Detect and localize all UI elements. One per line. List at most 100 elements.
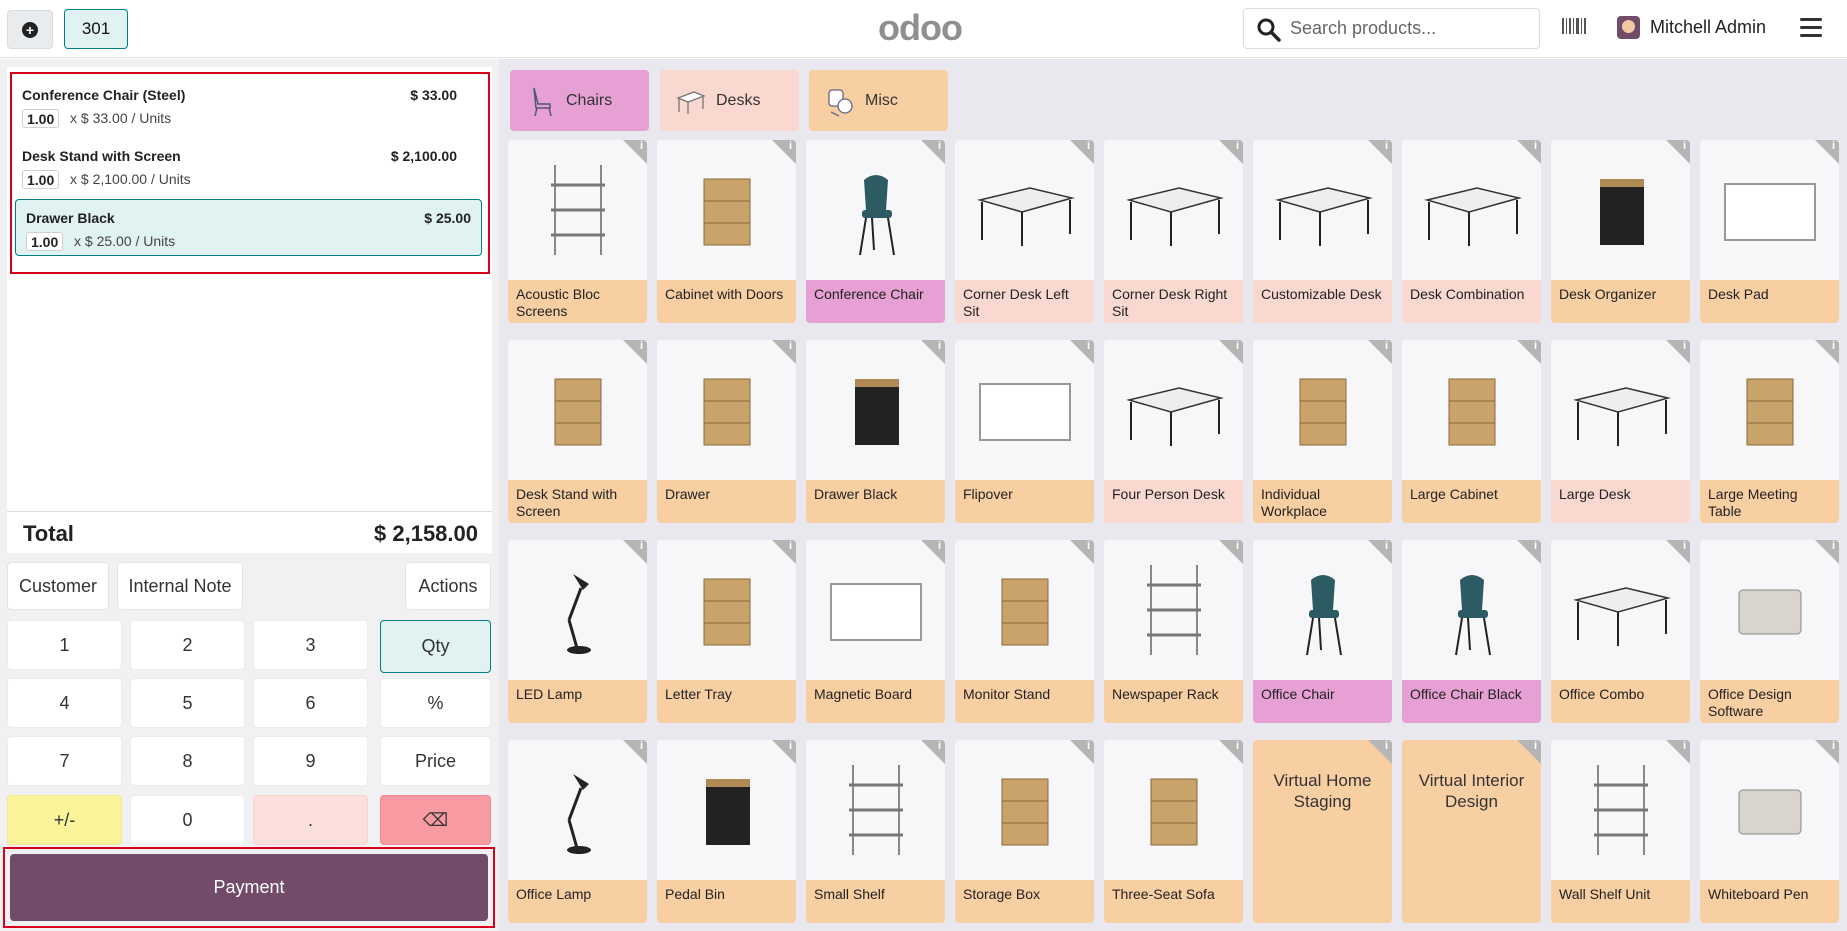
product-card[interactable]: Large Cabinet [1402,340,1541,523]
plus-minus-button[interactable]: +/- [7,795,122,845]
price-mode-button[interactable]: Price [380,736,491,786]
info-icon[interactable] [1070,540,1094,564]
info-icon[interactable] [921,740,945,764]
product-card[interactable]: Magnetic Board [806,540,945,723]
product-card[interactable]: Cabinet with Doors [657,140,796,323]
customer-button[interactable]: Customer [7,562,109,610]
backspace-button[interactable]: ⌫ [380,795,491,845]
percent-mode-button[interactable]: % [380,678,491,728]
user-menu[interactable]: Mitchell Admin [1617,16,1766,39]
info-icon[interactable] [1219,540,1243,564]
info-icon[interactable] [1368,340,1392,364]
info-icon[interactable] [1815,540,1839,564]
info-icon[interactable] [1666,340,1690,364]
decimal-button[interactable]: . [253,795,368,845]
info-icon[interactable] [1219,740,1243,764]
product-card[interactable]: Desk Stand with Screen [508,340,647,523]
info-icon[interactable] [1666,540,1690,564]
product-card[interactable]: Large Desk [1551,340,1690,523]
info-icon[interactable] [921,340,945,364]
product-card[interactable]: Newspaper Rack [1104,540,1243,723]
product-card[interactable]: Office Lamp [508,740,647,923]
product-card[interactable]: Letter Tray [657,540,796,723]
product-card[interactable]: Desk Combination [1402,140,1541,323]
info-icon[interactable] [772,540,796,564]
info-icon[interactable] [1070,140,1094,164]
info-icon[interactable] [1368,740,1392,764]
new-order-button[interactable]: + [7,10,53,49]
numpad-0[interactable]: 0 [130,795,245,845]
product-card[interactable]: Customizable Desk [1253,140,1392,323]
info-icon[interactable] [1219,140,1243,164]
info-icon[interactable] [772,340,796,364]
numpad-4[interactable]: 4 [7,678,122,728]
numpad-7[interactable]: 7 [7,736,122,786]
numpad-9[interactable]: 9 [253,736,368,786]
info-icon[interactable] [1815,340,1839,364]
info-icon[interactable] [623,140,647,164]
product-card[interactable]: Pedal Bin [657,740,796,923]
info-icon[interactable] [772,140,796,164]
info-icon[interactable] [623,540,647,564]
info-icon[interactable] [623,740,647,764]
numpad-2[interactable]: 2 [130,620,245,670]
order-line-selected[interactable]: Drawer Black $ 25.00 1.00 x $ 25.00 / Un… [15,199,482,256]
info-icon[interactable] [921,140,945,164]
payment-button[interactable]: Payment [10,854,488,921]
category-chairs[interactable]: Chairs [510,70,649,131]
product-card[interactable]: Desk Organizer [1551,140,1690,323]
info-icon[interactable] [1666,140,1690,164]
product-card[interactable]: Virtual Interior Design [1402,740,1541,923]
product-card[interactable]: Drawer Black [806,340,945,523]
info-icon[interactable] [1815,140,1839,164]
product-card[interactable]: Desk Pad [1700,140,1839,323]
product-card[interactable]: Office Design Software [1700,540,1839,723]
product-card[interactable]: LED Lamp [508,540,647,723]
info-icon[interactable] [1368,540,1392,564]
numpad-8[interactable]: 8 [130,736,245,786]
numpad-5[interactable]: 5 [130,678,245,728]
info-icon[interactable] [1815,740,1839,764]
product-card[interactable]: Small Shelf [806,740,945,923]
product-card[interactable]: Whiteboard Pen [1700,740,1839,923]
product-card[interactable]: Office Chair [1253,540,1392,723]
product-card[interactable]: Individual Workplace [1253,340,1392,523]
info-icon[interactable] [1517,540,1541,564]
numpad-3[interactable]: 3 [253,620,368,670]
category-desks[interactable]: Desks [660,70,799,131]
info-icon[interactable] [1070,340,1094,364]
info-icon[interactable] [1517,140,1541,164]
info-icon[interactable] [1666,740,1690,764]
hamburger-icon[interactable] [1800,18,1822,38]
product-card[interactable]: Three-Seat Sofa [1104,740,1243,923]
product-card[interactable]: Large Meeting Table [1700,340,1839,523]
info-icon[interactable] [1517,740,1541,764]
info-icon[interactable] [921,540,945,564]
qty-mode-button[interactable]: Qty [380,620,491,673]
product-card[interactable]: Acoustic Bloc Screens [508,140,647,323]
info-icon[interactable] [623,340,647,364]
info-icon[interactable] [1219,340,1243,364]
barcode-icon[interactable] [1561,16,1587,36]
product-card[interactable]: Virtual Home Staging [1253,740,1392,923]
info-icon[interactable] [1517,340,1541,364]
product-card[interactable]: Drawer [657,340,796,523]
info-icon[interactable] [772,740,796,764]
internal-note-button[interactable]: Internal Note [117,562,243,610]
product-card[interactable]: Office Chair Black [1402,540,1541,723]
product-card[interactable]: Conference Chair [806,140,945,323]
actions-button[interactable]: Actions [405,562,491,610]
product-card[interactable]: Corner Desk Right Sit [1104,140,1243,323]
product-card[interactable]: Storage Box [955,740,1094,923]
order-line[interactable]: Desk Stand with Screen $ 2,100.00 1.00 x… [12,138,467,195]
product-card[interactable]: Wall Shelf Unit [1551,740,1690,923]
product-card[interactable]: Four Person Desk [1104,340,1243,523]
product-card[interactable]: Monitor Stand [955,540,1094,723]
product-card[interactable]: Flipover [955,340,1094,523]
product-card[interactable]: Office Combo [1551,540,1690,723]
numpad-6[interactable]: 6 [253,678,368,728]
category-misc[interactable]: Misc [809,70,948,131]
info-icon[interactable] [1070,740,1094,764]
search-input[interactable]: Search products... [1243,8,1540,49]
order-line[interactable]: Conference Chair (Steel) $ 33.00 1.00 x … [12,77,467,134]
